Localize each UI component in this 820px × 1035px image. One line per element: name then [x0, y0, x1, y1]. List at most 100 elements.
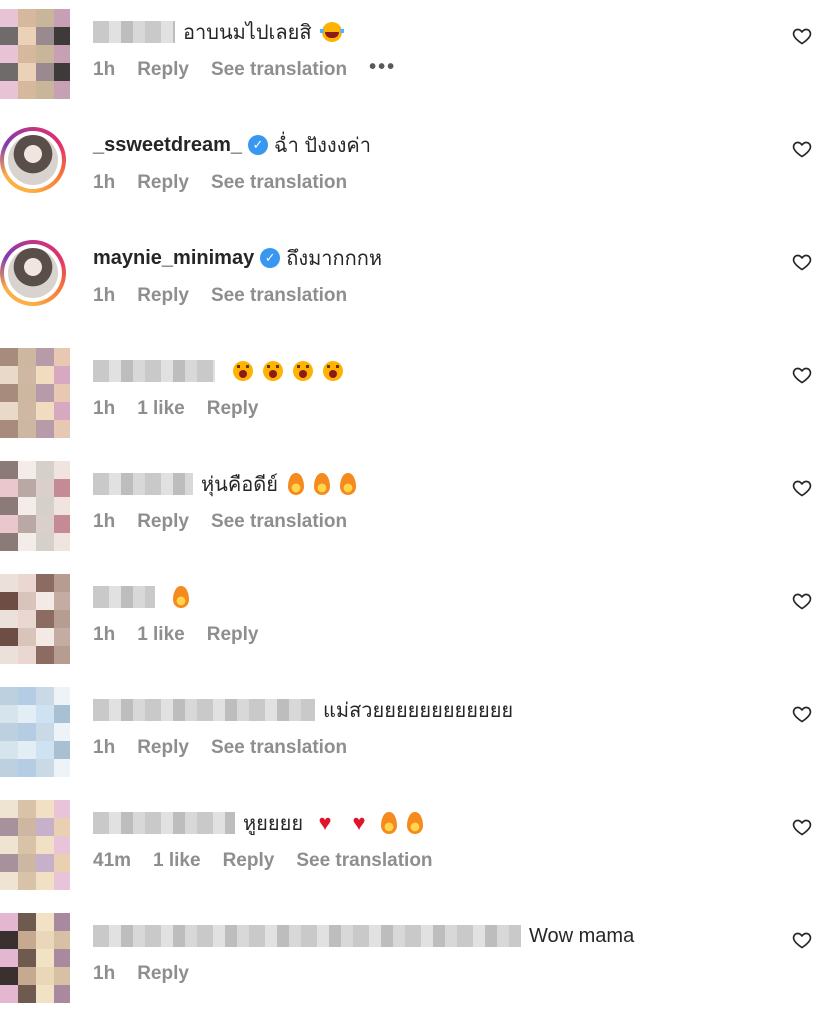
avatar-pixel [18, 81, 36, 99]
avatar-pixel [0, 402, 18, 420]
avatar-pixel [0, 366, 18, 384]
avatar-pixel [0, 723, 18, 741]
avatar-pixel [54, 81, 70, 99]
avatar-pixel [0, 800, 18, 818]
comment-timestamp[interactable]: 1h [93, 398, 115, 420]
comment-timestamp[interactable]: 1h [93, 172, 115, 194]
see-translation-button[interactable]: See translation [211, 511, 347, 533]
avatar-pixel [36, 759, 54, 777]
reply-button[interactable]: Reply [207, 624, 259, 646]
avatar-pixel [18, 384, 36, 402]
avatar-pixelated[interactable] [0, 9, 70, 99]
avatar-story-ring[interactable] [0, 127, 66, 193]
avatar-pixel [36, 705, 54, 723]
comment-timestamp[interactable]: 1h [93, 737, 115, 759]
comment-item: Wow mama 1h Reply [0, 913, 820, 1035]
like-heart-icon[interactable] [792, 252, 812, 272]
comment-text: ฉ่ำ ปังงงค่า [273, 135, 371, 157]
comment-text: แม่สวยยยยยยยยยยยย [323, 700, 514, 722]
like-heart-icon[interactable] [792, 930, 812, 950]
avatar-pixel [0, 348, 18, 366]
blurred-username [93, 925, 521, 947]
reply-button[interactable]: Reply [137, 963, 189, 985]
comment-username[interactable]: _ssweetdream_ [93, 134, 242, 157]
avatar-pixel [18, 592, 36, 610]
see-translation-button[interactable]: See translation [211, 59, 347, 81]
avatar-story-ring[interactable] [0, 240, 66, 306]
comment-text: Wow mama [529, 924, 635, 947]
reply-button[interactable]: Reply [137, 737, 189, 759]
avatar-pixelated[interactable] [0, 574, 70, 664]
avatar-pixel [36, 610, 54, 628]
reply-button[interactable]: Reply [223, 850, 275, 872]
comment-timestamp[interactable]: 1h [93, 511, 115, 533]
reply-button[interactable]: Reply [137, 172, 189, 194]
see-translation-button[interactable]: See translation [211, 737, 347, 759]
avatar-pixel [0, 628, 18, 646]
comment-body: หูยยยย ♥ ♥ [93, 809, 424, 837]
like-heart-icon[interactable] [792, 139, 812, 159]
comment-timestamp[interactable]: 41m [93, 850, 131, 872]
like-heart-icon[interactable] [792, 817, 812, 837]
avatar-pixel [54, 967, 70, 985]
comment-text: หุ่นคือดีย์ [201, 474, 278, 496]
face-emoji-icon [323, 361, 343, 381]
comment-meta: 1h Reply See translation ••• [93, 56, 418, 82]
avatar [4, 131, 62, 189]
like-heart-icon[interactable] [792, 591, 812, 611]
blurred-username [93, 473, 193, 495]
comment-text: หูยยยย [243, 813, 304, 835]
avatar-pixel [54, 45, 70, 63]
avatar-pixel [54, 461, 70, 479]
avatar-pixel [0, 985, 18, 1003]
avatar-pixel [18, 705, 36, 723]
avatar-pixelated[interactable] [0, 461, 70, 551]
see-translation-button[interactable]: See translation [211, 172, 347, 194]
like-count[interactable]: 1 like [153, 850, 201, 872]
like-heart-icon[interactable] [792, 704, 812, 724]
comment-timestamp[interactable]: 1h [93, 963, 115, 985]
reply-button[interactable]: Reply [137, 59, 189, 81]
avatar [4, 244, 62, 302]
avatar-pixel [36, 628, 54, 646]
avatar-pixel [36, 479, 54, 497]
avatar-pixel [36, 854, 54, 872]
avatar-pixel [36, 497, 54, 515]
avatar-pixel [0, 741, 18, 759]
avatar-pixel [0, 705, 18, 723]
avatar-pixelated[interactable] [0, 687, 70, 777]
avatar-pixel [0, 836, 18, 854]
like-count[interactable]: 1 like [137, 398, 185, 420]
avatar-pixelated[interactable] [0, 348, 70, 438]
like-heart-icon[interactable] [792, 26, 812, 46]
avatar-pixel [0, 533, 18, 551]
comment-meta: 1h Reply See translation [93, 736, 369, 760]
avatar-pixel [54, 985, 70, 1003]
reply-button[interactable]: Reply [207, 398, 259, 420]
comment-item: 1h 1 like Reply [0, 348, 820, 470]
avatar-pixel [18, 741, 36, 759]
comment-timestamp[interactable]: 1h [93, 624, 115, 646]
more-options-icon[interactable]: ••• [369, 56, 396, 79]
comment-body: อาบนมไปเลยสิ [93, 18, 344, 46]
laugh-emoji-icon [319, 22, 344, 42]
avatar-pixel [54, 646, 70, 664]
avatar-pixel [0, 63, 18, 81]
reply-button[interactable]: Reply [137, 285, 189, 307]
avatar-pixel [54, 63, 70, 81]
avatar-pixel [18, 533, 36, 551]
reply-button[interactable]: Reply [137, 511, 189, 533]
comment-body: Wow mama [93, 922, 634, 950]
see-translation-button[interactable]: See translation [211, 285, 347, 307]
avatar-pixel [36, 592, 54, 610]
like-heart-icon[interactable] [792, 365, 812, 385]
comment-timestamp[interactable]: 1h [93, 285, 115, 307]
comment-timestamp[interactable]: 1h [93, 59, 115, 81]
comment-username[interactable]: maynie_minimay [93, 247, 254, 270]
like-heart-icon[interactable] [792, 478, 812, 498]
like-count[interactable]: 1 like [137, 624, 185, 646]
avatar-pixelated[interactable] [0, 800, 70, 890]
see-translation-button[interactable]: See translation [296, 850, 432, 872]
avatar-pixel [54, 741, 70, 759]
avatar-pixelated[interactable] [0, 913, 70, 1003]
